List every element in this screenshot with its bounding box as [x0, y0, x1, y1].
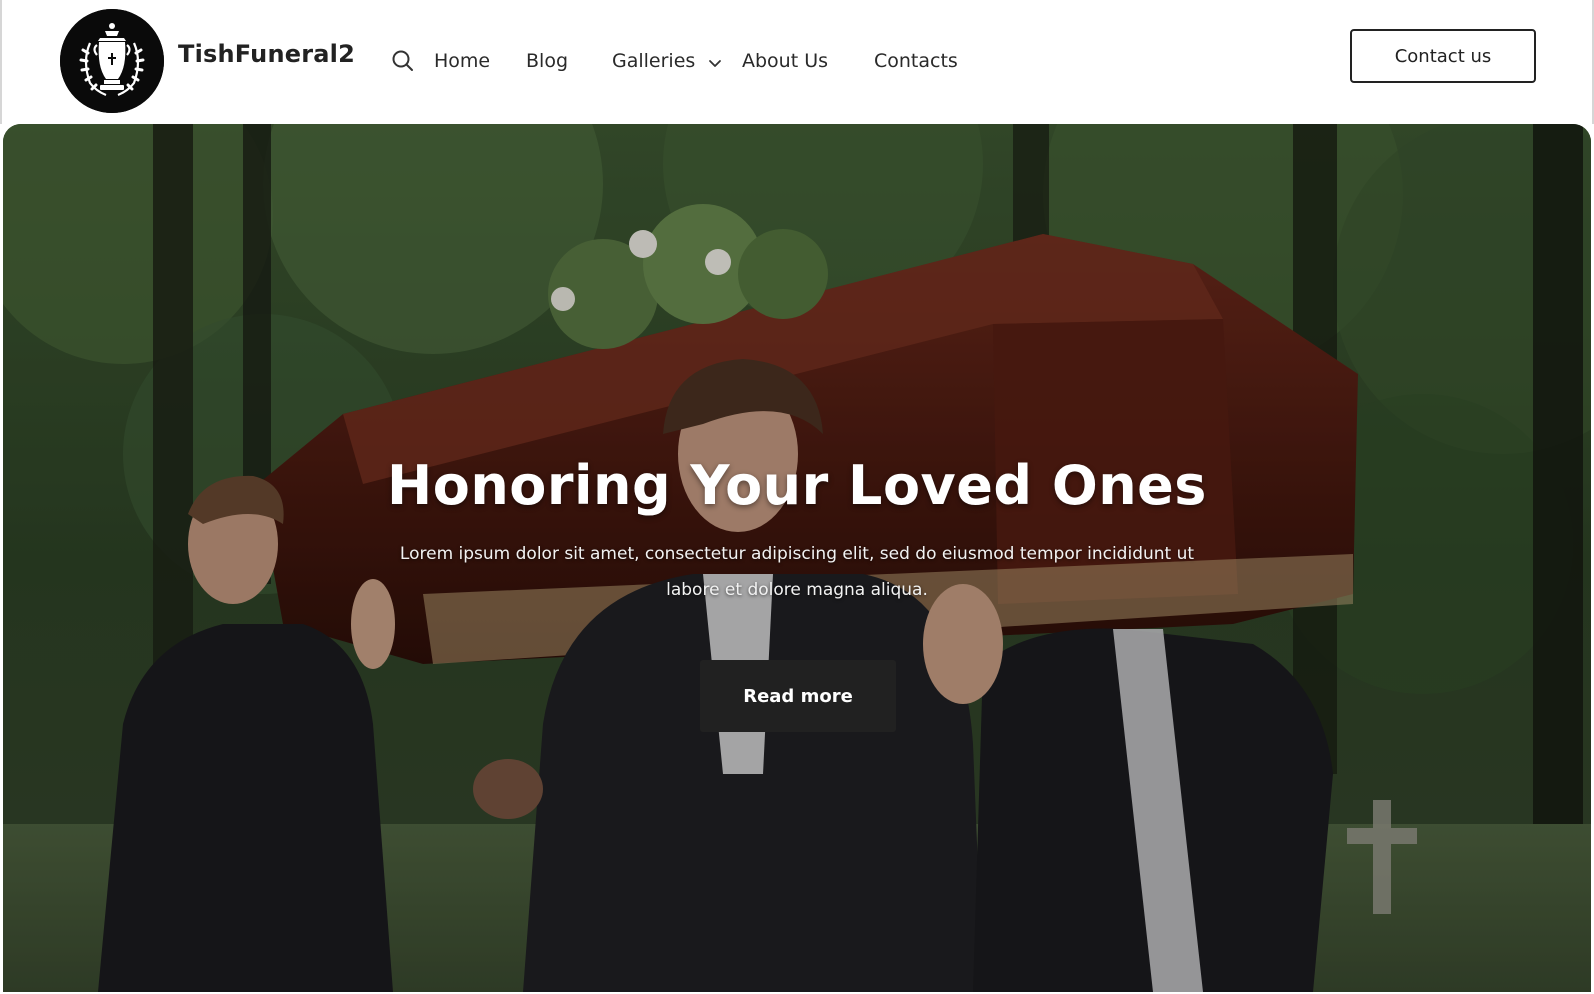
contact-us-button[interactable]: Contact us	[1350, 29, 1536, 83]
nav-blog[interactable]: Blog	[526, 50, 568, 72]
funeral-urn-logo-icon[interactable]	[60, 9, 164, 113]
nav-galleries[interactable]: Galleries	[612, 50, 695, 72]
chevron-down-icon[interactable]	[708, 56, 722, 70]
hero-title: Honoring Your Loved Ones	[387, 454, 1207, 517]
search-icon[interactable]	[390, 48, 416, 74]
nav-contacts[interactable]: Contacts	[874, 50, 958, 72]
nav-home[interactable]: Home	[434, 50, 490, 72]
read-more-button[interactable]: Read more	[700, 660, 896, 732]
site-header: TishFuneral2 Home Blog Galleries About U…	[0, 0, 1594, 124]
hero-subtitle: Lorem ipsum dolor sit amet, consectetur …	[399, 544, 1195, 600]
hero-section: Honoring Your Loved Ones Lorem ipsum dol…	[3, 124, 1591, 992]
nav-about-us[interactable]: About Us	[742, 50, 828, 72]
brand-name[interactable]: TishFuneral2	[178, 40, 355, 68]
